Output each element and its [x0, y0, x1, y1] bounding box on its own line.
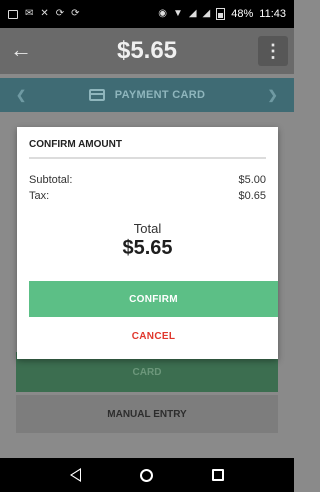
image-notification-icon [8, 9, 18, 19]
total-label: Total [133, 221, 162, 236]
vibrate-icon: ◉ [158, 8, 167, 19]
cancel-button[interactable]: CANCEL [29, 319, 278, 353]
status-bar: ✉ ✕ ⟳ ⟳ ◉ ▼ ◢ ◢ 48% 11:43 [0, 0, 294, 28]
cancel-label: CANCEL [131, 330, 176, 342]
arrow-left-icon[interactable]: ← [10, 37, 32, 63]
page-title: $5.65 [116, 37, 178, 64]
signal-icon-2: ◢ [202, 8, 211, 19]
status-left-icons: ✉ ✕ ⟳ ⟳ [8, 9, 80, 19]
manual-entry-button[interactable]: MANUAL ENTRY [16, 395, 278, 433]
nav-home-icon[interactable] [139, 468, 153, 482]
close-notification-icon: ✕ [40, 8, 49, 19]
dialog-divider [29, 157, 266, 159]
dialog-title: CONFIRM AMOUNT [29, 139, 122, 150]
battery-percent: 48% [231, 8, 254, 20]
notification-icon: ✉ [25, 8, 34, 19]
payment-method-label: PAYMENT CARD [114, 89, 206, 101]
nav-back-icon[interactable] [69, 468, 81, 482]
payment-method-bar: ❮ PAYMENT CARD ❯ [0, 78, 294, 112]
tax-value: $0.65 [238, 190, 266, 202]
subtotal-row: Subtotal: $5.00 [29, 174, 266, 186]
navigation-bar [0, 458, 294, 492]
total-value: $5.65 [122, 237, 173, 259]
chevron-right-icon[interactable]: ❯ [268, 88, 278, 102]
wifi-icon: ▼ [172, 8, 183, 19]
tax-row: Tax: $0.65 [29, 190, 266, 202]
battery-icon [216, 8, 226, 20]
chevron-left-icon[interactable]: ❮ [16, 88, 26, 102]
more-vertical-icon[interactable]: ⋮ [258, 36, 288, 66]
status-right-icons: ◉ ▼ ◢ ◢ 48% 11:43 [158, 8, 286, 20]
manual-entry-label: MANUAL ENTRY [107, 408, 187, 420]
confirm-button[interactable]: CONFIRM [29, 281, 278, 317]
confirm-amount-dialog: CONFIRM AMOUNT Subtotal: $5.00 Tax: $0.6… [17, 127, 278, 359]
credit-card-icon [88, 89, 105, 101]
sync-icon-2: ⟳ [71, 8, 80, 19]
sync-icon: ⟳ [55, 8, 65, 19]
confirm-label: CONFIRM [129, 293, 178, 305]
subtotal-value: $5.00 [238, 174, 266, 186]
card-button-label: CARD [132, 366, 162, 378]
signal-icon: ◢ [188, 8, 197, 19]
nav-recents-icon[interactable] [212, 469, 225, 481]
subtotal-label: Subtotal: [29, 174, 73, 186]
tax-label: Tax: [29, 190, 50, 202]
clock: 11:43 [259, 8, 286, 20]
app-header: ← $5.65 ⋮ [0, 28, 294, 74]
